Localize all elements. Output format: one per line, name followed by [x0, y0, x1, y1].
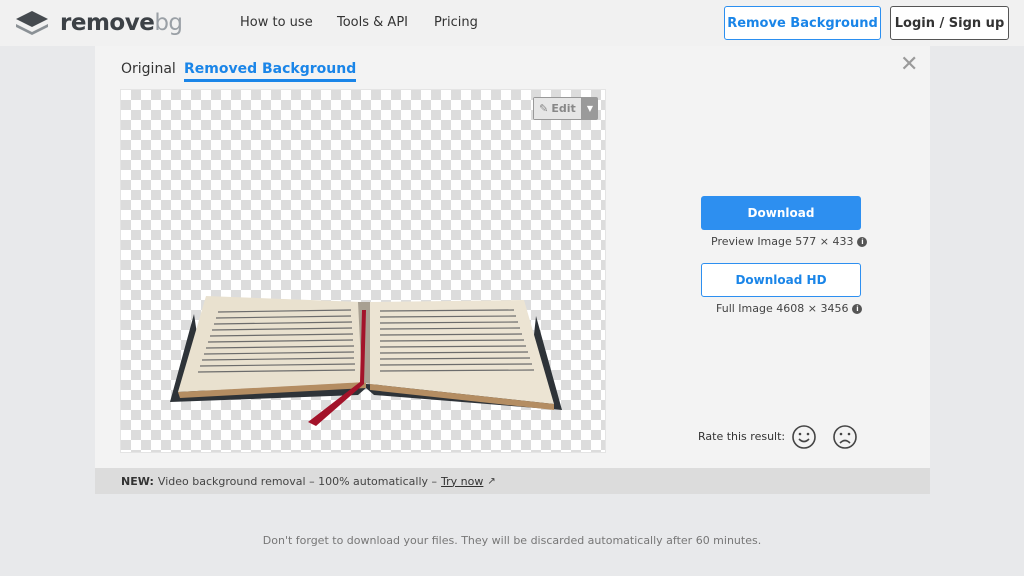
result-image-canvas: ✎ Edit ▼	[120, 89, 606, 453]
info-icon[interactable]: i	[852, 303, 863, 314]
nav-how-to-use[interactable]: How to use	[240, 15, 313, 30]
info-icon[interactable]: i	[857, 236, 868, 247]
frowny-face-icon[interactable]	[832, 424, 858, 450]
preview-image-caption: Preview Image 577 × 433 i	[711, 235, 868, 248]
edit-button-group: ✎ Edit ▼	[533, 97, 598, 120]
rate-result-label: Rate this result:	[698, 430, 786, 443]
nav-pricing[interactable]: Pricing	[434, 15, 478, 30]
full-image-caption: Full Image 4608 × 3456 i	[716, 302, 863, 315]
try-now-link[interactable]: Try now	[441, 475, 483, 488]
edit-label: Edit	[551, 102, 576, 115]
new-badge: NEW:	[121, 474, 154, 488]
login-signup-button[interactable]: Login / Sign up	[890, 6, 1009, 40]
full-caption-text: Full Image 4608 × 3456	[716, 302, 849, 315]
smiley-face-icon[interactable]	[791, 424, 817, 450]
layers-logo-icon	[16, 11, 48, 35]
tab-original[interactable]: Original	[121, 61, 176, 77]
edit-button[interactable]: ✎ Edit	[533, 97, 582, 120]
brush-icon: ✎	[539, 102, 549, 115]
logo-text: removebg	[60, 10, 183, 36]
preview-caption-text: Preview Image 577 × 433	[711, 235, 854, 248]
external-link-icon[interactable]: ↗	[487, 476, 495, 487]
nav-tools-api[interactable]: Tools & API	[337, 15, 408, 30]
download-hd-button[interactable]: Download HD	[701, 263, 861, 297]
logo[interactable]: removebg	[14, 9, 183, 37]
remove-background-button[interactable]: Remove Background	[724, 6, 881, 40]
banner-text: Video background removal – 100% automati…	[157, 474, 438, 488]
result-card: Original Removed Background ✕ ✎ Edit ▼ D…	[95, 46, 930, 468]
open-book-image	[170, 296, 562, 426]
download-button[interactable]: Download	[701, 196, 861, 230]
tab-removed-background[interactable]: Removed Background	[184, 61, 357, 82]
edit-dropdown-caret-icon[interactable]: ▼	[582, 97, 598, 120]
top-navbar: removebg How to use Tools & API Pricing …	[0, 0, 1024, 46]
close-icon[interactable]: ✕	[900, 52, 918, 77]
download-reminder-text: Don't forget to download your files. The…	[262, 534, 762, 547]
new-feature-banner: NEW: Video background removal – 100% aut…	[95, 468, 930, 494]
